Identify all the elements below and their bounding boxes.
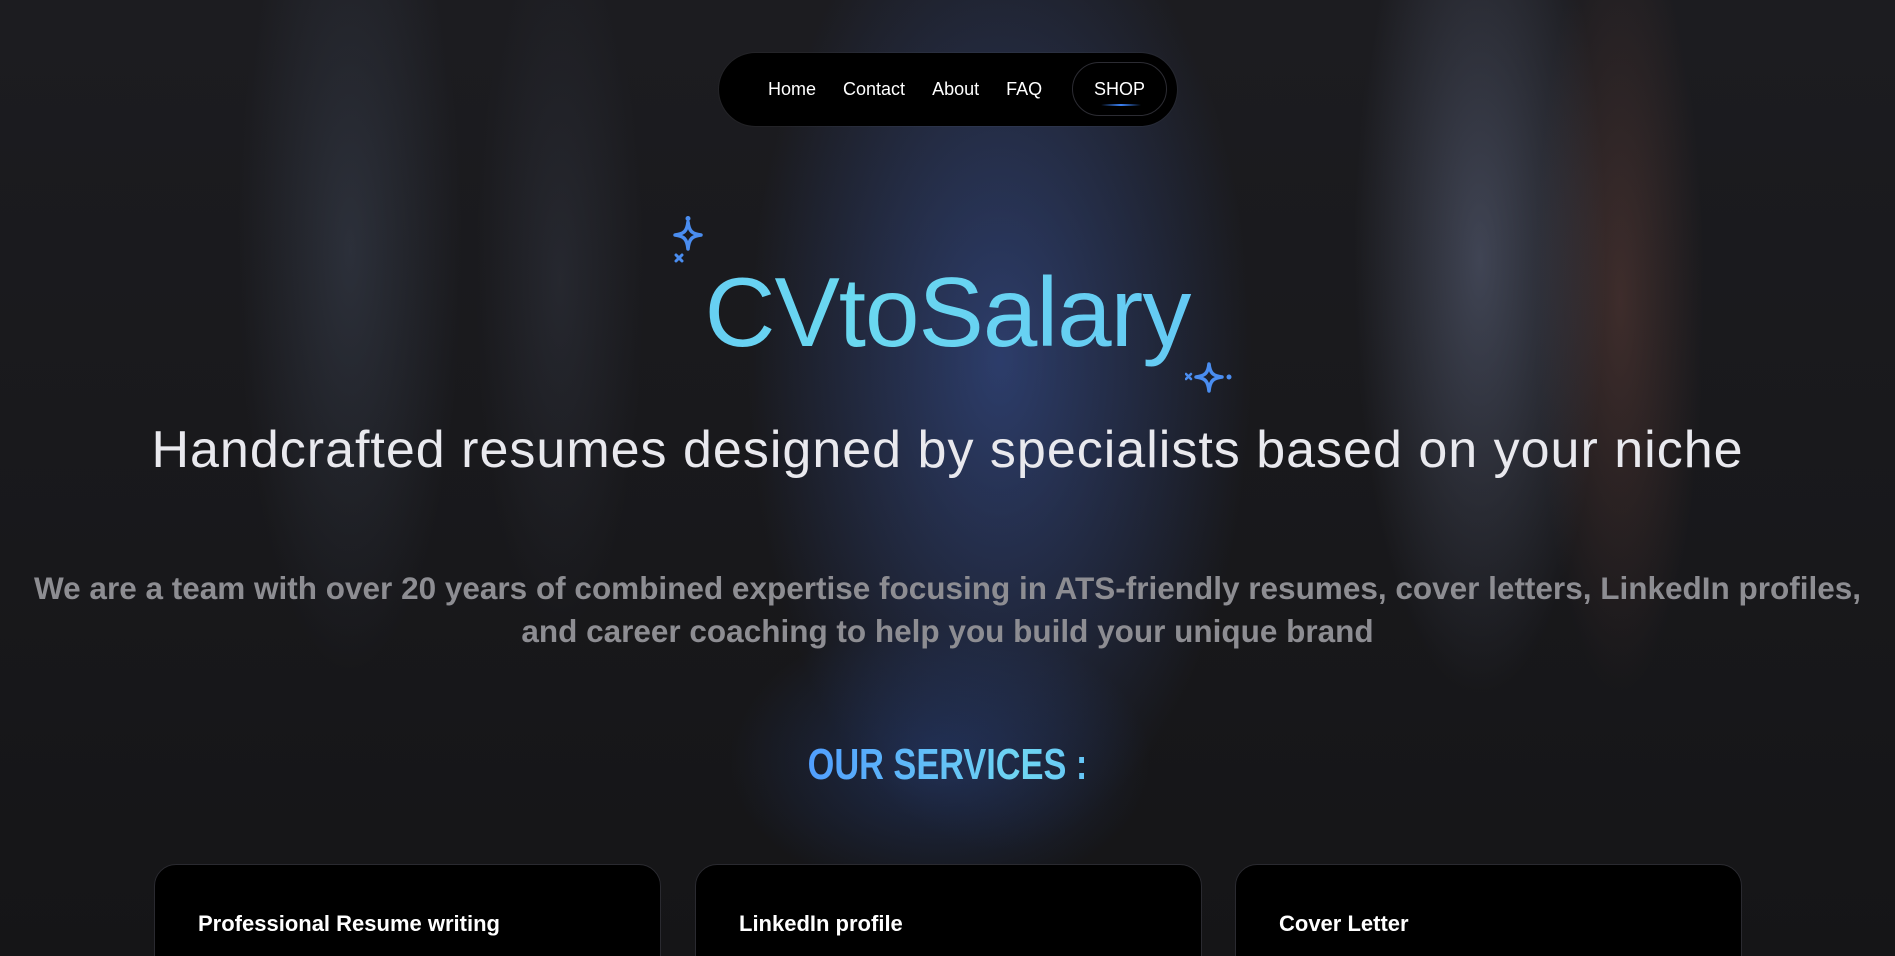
- service-card-cover-letter[interactable]: Cover Letter: [1235, 864, 1742, 956]
- service-card-title: LinkedIn profile: [739, 911, 903, 936]
- service-card-title: Cover Letter: [1279, 911, 1409, 936]
- hero-description: We are a team with over 20 years of comb…: [34, 570, 1861, 649]
- nav-about-link[interactable]: About: [932, 79, 979, 100]
- nav-contact-link[interactable]: Contact: [843, 79, 905, 100]
- service-card-linkedin[interactable]: LinkedIn profile: [695, 864, 1202, 956]
- nav-home-link[interactable]: Home: [768, 79, 816, 100]
- page: Home Contact About FAQ SHOP CVtoSalary H…: [0, 0, 1895, 956]
- services-heading: OUR SERVICES :: [208, 738, 1686, 792]
- hero-tagline: Handcrafted resumes designed by speciali…: [151, 421, 1744, 479]
- shop-button[interactable]: SHOP: [1072, 62, 1167, 116]
- nav-faq-link[interactable]: FAQ: [1006, 79, 1042, 100]
- brand-title: CVtoSalary: [0, 252, 1895, 372]
- top-navigation: Home Contact About FAQ SHOP: [719, 53, 1177, 126]
- service-card-title: Professional Resume writing: [198, 911, 500, 936]
- service-card-resume[interactable]: Professional Resume writing: [154, 864, 661, 956]
- sparkle-icon: [1185, 362, 1232, 393]
